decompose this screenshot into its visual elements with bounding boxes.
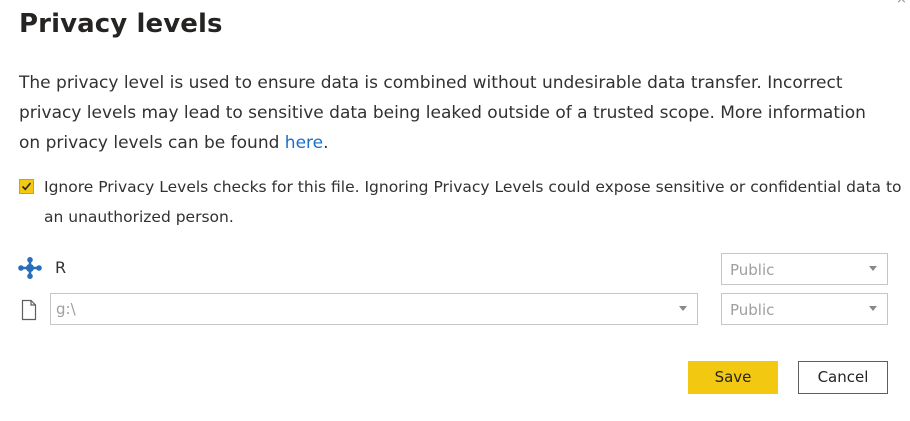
source-path-select[interactable]: g:\	[50, 293, 698, 325]
privacy-level-select-r[interactable]: Public	[721, 253, 888, 285]
privacy-level-value: Public	[730, 301, 775, 319]
ignore-privacy-checkbox[interactable]	[19, 179, 34, 194]
chevron-down-icon	[679, 306, 687, 311]
dialog-description: The privacy level is used to ensure data…	[19, 68, 879, 158]
description-end: .	[323, 133, 329, 153]
privacy-level-value: Public	[730, 261, 775, 279]
ignore-privacy-label: Ignore Privacy Levels checks for this fi…	[44, 178, 902, 226]
source-path-value: g:\	[56, 300, 76, 318]
checkmark-icon	[21, 182, 32, 191]
privacy-help-link[interactable]: here	[285, 133, 323, 153]
cancel-button[interactable]: Cancel	[798, 361, 888, 394]
save-button[interactable]: Save	[688, 361, 778, 394]
dialog-title: Privacy levels	[19, 9, 223, 39]
privacy-level-select-file[interactable]: Public	[721, 293, 888, 325]
chevron-down-icon	[869, 266, 877, 271]
source-label-r: R	[55, 258, 67, 277]
file-icon	[21, 299, 37, 321]
description-text: The privacy level is used to ensure data…	[19, 73, 866, 153]
chevron-down-icon	[869, 306, 877, 311]
r-source-icon	[18, 257, 42, 279]
close-icon[interactable]: ×	[896, 0, 908, 6]
